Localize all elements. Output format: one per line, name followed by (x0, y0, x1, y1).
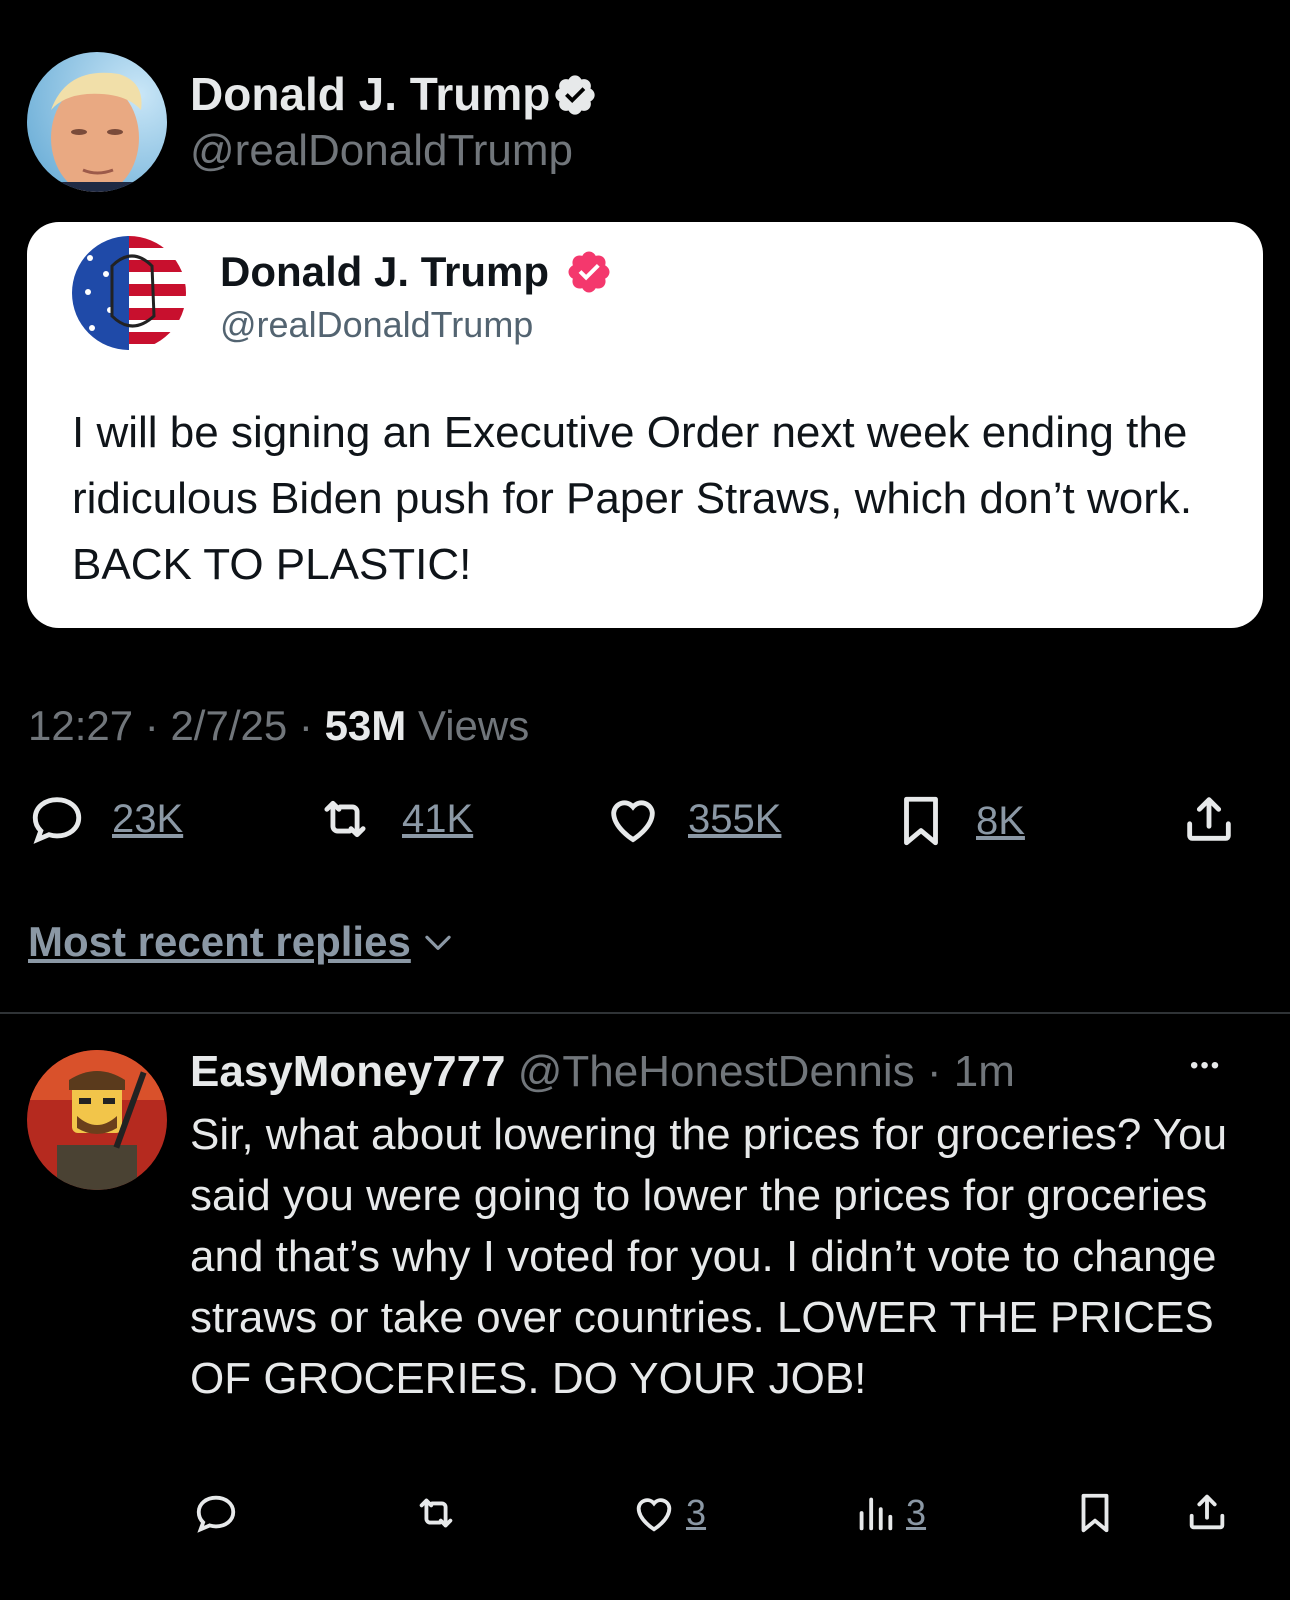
repost-icon[interactable] (410, 1490, 462, 1536)
reply-views-count[interactable]: 3 (906, 1492, 926, 1534)
embed-author-name[interactable]: Donald J. Trump (220, 246, 549, 298)
verified-badge-icon (552, 72, 598, 118)
repost-action[interactable]: 41K (314, 790, 473, 848)
author-handle[interactable]: @realDonaldTrump (190, 124, 573, 178)
share-icon[interactable] (1184, 1488, 1230, 1536)
separator: · (144, 702, 159, 749)
reply-icon[interactable] (28, 790, 86, 848)
divider (0, 1012, 1290, 1014)
reply-like-action[interactable]: 3 (630, 1490, 706, 1536)
separator: · (298, 702, 313, 749)
bookmark-count[interactable]: 8K (976, 799, 1025, 844)
views-label: Views (417, 702, 530, 749)
reply-avatar[interactable] (27, 1050, 167, 1190)
embed-author-handle[interactable]: @realDonaldTrump (220, 302, 533, 348)
verified-badge-icon (565, 248, 613, 296)
reply-views-action[interactable]: 3 (852, 1490, 926, 1536)
like-icon[interactable] (604, 790, 662, 848)
post-date[interactable]: 2/7/25 (170, 702, 287, 749)
like-icon[interactable] (630, 1490, 678, 1536)
embedded-post-card[interactable]: Donald J. Trump @realDonaldTrump I will … (27, 222, 1263, 628)
reply-like-count[interactable]: 3 (686, 1492, 706, 1534)
views-count: 53M (324, 702, 407, 749)
bookmark-icon[interactable] (892, 790, 950, 852)
reply-header: EasyMoney777 @TheHonestDennis · 1m (190, 1044, 1015, 1100)
bookmark-icon[interactable] (1072, 1488, 1118, 1538)
reply-action[interactable]: 23K (28, 790, 183, 848)
repost-count[interactable]: 41K (402, 797, 473, 842)
more-icon[interactable]: ••• (1190, 1052, 1221, 1080)
bookmark-action[interactable]: 8K (892, 790, 1025, 852)
share-icon[interactable] (1180, 790, 1238, 848)
repost-icon[interactable] (314, 790, 376, 848)
post-time[interactable]: 12:27 (28, 702, 133, 749)
embed-post-text: I will be signing an Executive Order nex… (72, 408, 1193, 589)
post-meta: 12:27 · 2/7/25 · 53M Views (28, 700, 529, 752)
reply-author-name[interactable]: EasyMoney777 (190, 1047, 506, 1096)
like-action[interactable]: 355K (604, 790, 781, 848)
views-icon[interactable] (852, 1490, 898, 1536)
reply-time[interactable]: · 1m (927, 1047, 1015, 1096)
reply-count[interactable]: 23K (112, 797, 183, 842)
reply-text: Sir, what about lowering the prices for … (190, 1110, 1228, 1403)
author-name[interactable]: Donald J. Trump (190, 66, 550, 122)
author-avatar[interactable] (27, 52, 167, 192)
sort-replies-dropdown[interactable]: Most recent replies (28, 916, 457, 968)
reply-icon[interactable] (193, 1490, 239, 1536)
embed-avatar (72, 236, 186, 350)
like-count[interactable]: 355K (688, 797, 781, 842)
chevron-down-icon[interactable] (419, 923, 457, 961)
sort-label[interactable]: Most recent replies (28, 916, 411, 968)
reply-author-handle[interactable]: @TheHonestDennis (518, 1047, 915, 1096)
